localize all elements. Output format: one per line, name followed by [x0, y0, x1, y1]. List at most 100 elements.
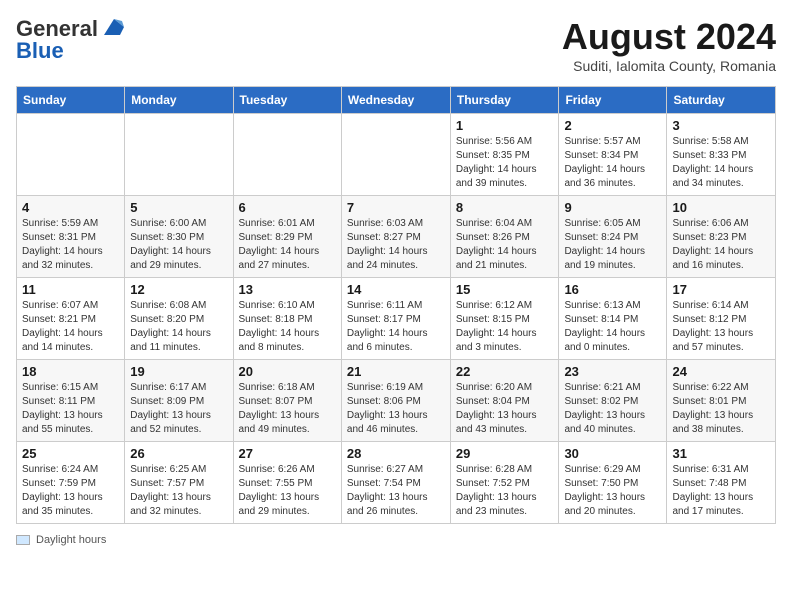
day-number: 1 [456, 118, 554, 133]
daylight-legend-box [16, 535, 30, 545]
logo-blue: Blue [16, 38, 64, 64]
daylight-label: Daylight hours [36, 534, 106, 546]
footer: Daylight hours [16, 534, 776, 546]
day-info: Sunrise: 6:13 AM Sunset: 8:14 PM Dayligh… [564, 299, 661, 355]
calendar-cell: 18 Sunrise: 6:15 AM Sunset: 8:11 PM Dayli… [17, 360, 125, 442]
day-info: Sunrise: 6:28 AM Sunset: 7:52 PM Dayligh… [456, 463, 554, 519]
calendar-day-header: Wednesday [341, 87, 450, 114]
day-info: Sunrise: 6:11 AM Sunset: 8:17 PM Dayligh… [347, 299, 445, 355]
calendar-cell: 30Sunrise: 6:29 AM Sunset: 7:50 PM Dayli… [559, 442, 667, 524]
calendar-cell: 12 Sunrise: 6:08 AM Sunset: 8:20 PM Dayli… [125, 278, 233, 360]
day-number: 21 [347, 364, 445, 379]
day-info: Sunrise: 6:03 AM Sunset: 8:27 PM Dayligh… [347, 217, 445, 273]
day-number: 22 [456, 364, 554, 379]
day-info: Sunrise: 6:06 AM Sunset: 8:23 PM Dayligh… [672, 217, 770, 273]
calendar-cell: 14 Sunrise: 6:11 AM Sunset: 8:17 PM Dayli… [341, 278, 450, 360]
calendar-cell: 27 Sunrise: 6:26 AM Sunset: 7:55 PM Dayli… [233, 442, 341, 524]
day-info: Sunrise: 6:17 AM Sunset: 8:09 PM Dayligh… [130, 381, 227, 437]
calendar-cell: 13 Sunrise: 6:10 AM Sunset: 8:18 PM Dayli… [233, 278, 341, 360]
calendar-cell: 20 Sunrise: 6:18 AM Sunset: 8:07 PM Dayli… [233, 360, 341, 442]
day-info: Sunrise: 6:07 AM Sunset: 8:21 PM Dayligh… [22, 299, 119, 355]
day-info: Sunrise: 6:20 AM Sunset: 8:04 PM Dayligh… [456, 381, 554, 437]
calendar-cell: 15 Sunrise: 6:12 AM Sunset: 8:15 PM Dayli… [450, 278, 559, 360]
day-info: Sunrise: 6:21 AM Sunset: 8:02 PM Dayligh… [564, 381, 661, 437]
calendar-cell: 21 Sunrise: 6:19 AM Sunset: 8:06 PM Dayli… [341, 360, 450, 442]
day-info: Sunrise: 6:15 AM Sunset: 8:11 PM Dayligh… [22, 381, 119, 437]
day-number: 23 [564, 364, 661, 379]
day-info: Sunrise: 5:58 AM Sunset: 8:33 PM Dayligh… [672, 135, 770, 191]
day-number: 19 [130, 364, 227, 379]
day-info: Sunrise: 6:01 AM Sunset: 8:29 PM Dayligh… [239, 217, 336, 273]
calendar-cell [341, 114, 450, 196]
day-number: 31 [672, 446, 770, 461]
day-number: 29 [456, 446, 554, 461]
day-info: Sunrise: 5:57 AM Sunset: 8:34 PM Dayligh… [564, 135, 661, 191]
day-number: 16 [564, 282, 661, 297]
day-info: Sunrise: 6:10 AM Sunset: 8:18 PM Dayligh… [239, 299, 336, 355]
day-number: 28 [347, 446, 445, 461]
calendar-cell: 19 Sunrise: 6:17 AM Sunset: 8:09 PM Dayli… [125, 360, 233, 442]
calendar-cell: 23 Sunrise: 6:21 AM Sunset: 8:02 PM Dayli… [559, 360, 667, 442]
day-info: Sunrise: 6:25 AM Sunset: 7:57 PM Dayligh… [130, 463, 227, 519]
calendar-cell [233, 114, 341, 196]
calendar-cell [17, 114, 125, 196]
day-info: Sunrise: 6:19 AM Sunset: 8:06 PM Dayligh… [347, 381, 445, 437]
day-number: 20 [239, 364, 336, 379]
calendar-cell: 4Sunrise: 5:59 AM Sunset: 8:31 PM Daylig… [17, 196, 125, 278]
calendar-cell: 31 Sunrise: 6:31 AM Sunset: 7:48 PM Dayli… [667, 442, 776, 524]
calendar-week-row: 4Sunrise: 5:59 AM Sunset: 8:31 PM Daylig… [17, 196, 776, 278]
calendar-cell: 2 Sunrise: 5:57 AM Sunset: 8:34 PM Daylig… [559, 114, 667, 196]
day-number: 3 [672, 118, 770, 133]
day-info: Sunrise: 6:26 AM Sunset: 7:55 PM Dayligh… [239, 463, 336, 519]
calendar-week-row: 18 Sunrise: 6:15 AM Sunset: 8:11 PM Dayli… [17, 360, 776, 442]
day-number: 6 [239, 200, 336, 215]
calendar-cell: 28 Sunrise: 6:27 AM Sunset: 7:54 PM Dayli… [341, 442, 450, 524]
day-number: 27 [239, 446, 336, 461]
calendar-day-header: Thursday [450, 87, 559, 114]
day-number: 13 [239, 282, 336, 297]
day-number: 12 [130, 282, 227, 297]
day-info: Sunrise: 6:27 AM Sunset: 7:54 PM Dayligh… [347, 463, 445, 519]
calendar-cell: 26 Sunrise: 6:25 AM Sunset: 7:57 PM Dayli… [125, 442, 233, 524]
calendar-day-header: Tuesday [233, 87, 341, 114]
calendar-week-row: 25 Sunrise: 6:24 AM Sunset: 7:59 PM Dayli… [17, 442, 776, 524]
calendar-cell [125, 114, 233, 196]
day-number: 10 [672, 200, 770, 215]
calendar-header-row: SundayMondayTuesdayWednesdayThursdayFrid… [17, 87, 776, 114]
day-info: Sunrise: 6:12 AM Sunset: 8:15 PM Dayligh… [456, 299, 554, 355]
calendar-cell: 1Sunrise: 5:56 AM Sunset: 8:35 PM Daylig… [450, 114, 559, 196]
calendar-cell: 17Sunrise: 6:14 AM Sunset: 8:12 PM Dayli… [667, 278, 776, 360]
day-number: 24 [672, 364, 770, 379]
day-info: Sunrise: 6:31 AM Sunset: 7:48 PM Dayligh… [672, 463, 770, 519]
calendar-day-header: Monday [125, 87, 233, 114]
logo: General Blue [16, 16, 124, 64]
calendar-cell: 6 Sunrise: 6:01 AM Sunset: 8:29 PM Daylig… [233, 196, 341, 278]
calendar-day-header: Sunday [17, 87, 125, 114]
title-section: August 2024 Suditi, Ialomita County, Rom… [562, 16, 776, 74]
day-info: Sunrise: 6:24 AM Sunset: 7:59 PM Dayligh… [22, 463, 119, 519]
day-number: 8 [456, 200, 554, 215]
day-info: Sunrise: 6:00 AM Sunset: 8:30 PM Dayligh… [130, 217, 227, 273]
day-info: Sunrise: 6:08 AM Sunset: 8:20 PM Dayligh… [130, 299, 227, 355]
day-number: 11 [22, 282, 119, 297]
calendar-cell: 25 Sunrise: 6:24 AM Sunset: 7:59 PM Dayli… [17, 442, 125, 524]
calendar-cell: 3 Sunrise: 5:58 AM Sunset: 8:33 PM Daylig… [667, 114, 776, 196]
day-number: 25 [22, 446, 119, 461]
day-number: 15 [456, 282, 554, 297]
location: Suditi, Ialomita County, Romania [562, 58, 776, 74]
calendar-cell: 10 Sunrise: 6:06 AM Sunset: 8:23 PM Dayli… [667, 196, 776, 278]
calendar-cell: 7 Sunrise: 6:03 AM Sunset: 8:27 PM Daylig… [341, 196, 450, 278]
calendar-cell: 16 Sunrise: 6:13 AM Sunset: 8:14 PM Dayli… [559, 278, 667, 360]
day-number: 4 [22, 200, 119, 215]
calendar-cell: 24Sunrise: 6:22 AM Sunset: 8:01 PM Dayli… [667, 360, 776, 442]
day-number: 9 [564, 200, 661, 215]
day-number: 14 [347, 282, 445, 297]
day-number: 18 [22, 364, 119, 379]
day-info: Sunrise: 6:18 AM Sunset: 8:07 PM Dayligh… [239, 381, 336, 437]
day-info: Sunrise: 6:14 AM Sunset: 8:12 PM Dayligh… [672, 299, 770, 355]
day-number: 7 [347, 200, 445, 215]
page-header: General Blue August 2024 Suditi, Ialomit… [16, 16, 776, 74]
day-number: 26 [130, 446, 227, 461]
day-number: 2 [564, 118, 661, 133]
day-info: Sunrise: 6:05 AM Sunset: 8:24 PM Dayligh… [564, 217, 661, 273]
